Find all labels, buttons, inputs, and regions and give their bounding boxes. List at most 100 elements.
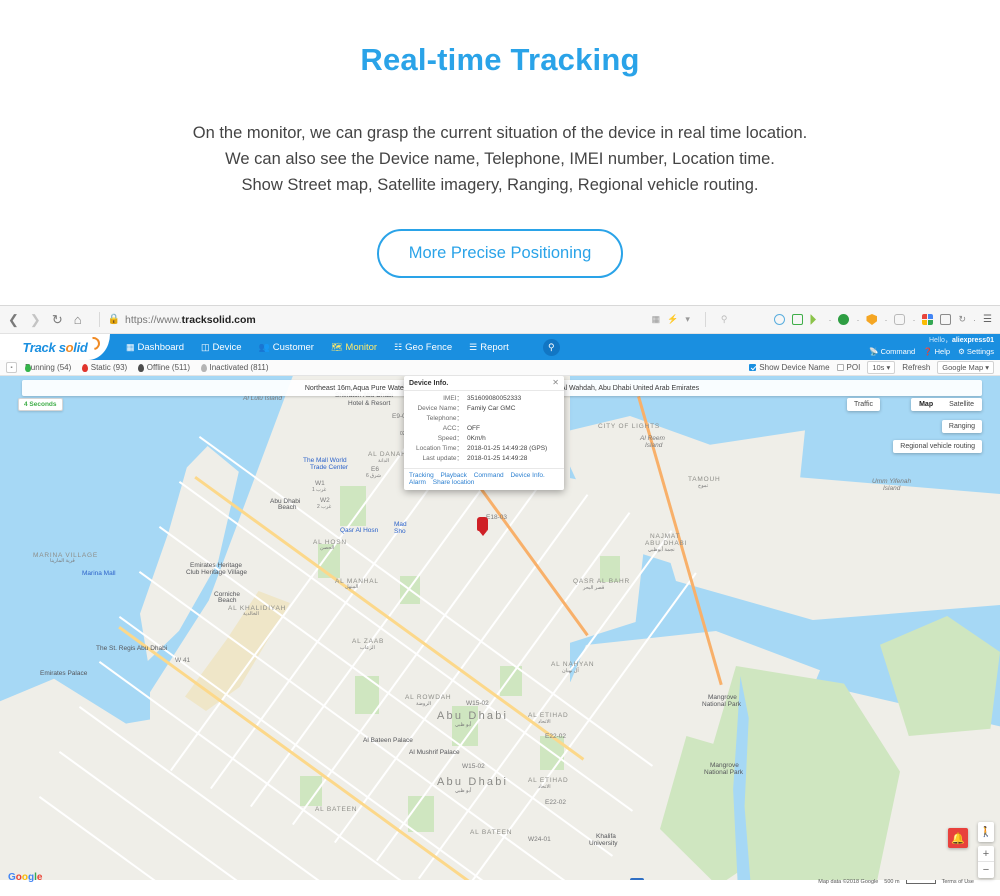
adblock-icon[interactable] (774, 314, 786, 325)
map-provider-select[interactable]: Google Map ▾ (937, 361, 994, 374)
search-icon[interactable]: ⚲ (542, 338, 560, 356)
home-icon[interactable]: ⌂ (74, 313, 82, 326)
poi-label: POI (846, 363, 861, 372)
nav-item-geofence[interactable]: ☷ Geo Fence (394, 342, 452, 353)
history-icon[interactable]: ↻ (958, 314, 966, 325)
checkbox-unchecked-icon (836, 364, 844, 371)
nav-item-report[interactable]: ☰ Report (469, 342, 509, 353)
popup-action-command[interactable]: Command (474, 472, 504, 479)
device-icon: ◫ (201, 341, 210, 352)
browser-nav-buttons: ❮ ❯ ↻ ⌂ (8, 313, 82, 326)
nav-label-report: Report (480, 341, 509, 353)
value-last-update: 2018-01-25 14:49:28 (467, 454, 528, 462)
promo-line-2: We can also see the Device name, Telepho… (225, 150, 775, 168)
popup-action-tracking[interactable]: Tracking (409, 472, 434, 479)
map-type-satellite[interactable]: Satellite (941, 398, 982, 411)
running-pin-icon (25, 363, 31, 372)
device-info-row-last-update: Last update： 2018-01-25 14:49:28 (409, 455, 559, 462)
browser-menu-icon[interactable]: ☰ (983, 314, 992, 325)
ranging-button[interactable]: Ranging (941, 420, 982, 433)
zoom-controls[interactable]: + − (978, 846, 994, 878)
address-bar[interactable]: 🔒 https://www.tracksolid.com (108, 314, 652, 326)
device-info-popup-actions: Tracking Playback Command Device Info. A… (404, 467, 564, 490)
shield-icon[interactable] (866, 314, 878, 325)
google-logo: Google (8, 872, 43, 883)
header-command-link[interactable]: 📡 Command (869, 347, 915, 356)
search-icon[interactable]: ⚲ (721, 314, 728, 325)
tracksolid-logo[interactable]: Track solid (0, 334, 110, 360)
alarm-bell-icon[interactable]: 🔔 (948, 828, 968, 848)
app-header: Track solid ▦ Dashboard ◫ Device 👥 Custo… (0, 334, 1000, 360)
scissors-icon[interactable] (810, 314, 822, 325)
map-data-attribution: Map data ©2018 Google (818, 879, 879, 885)
vehicle-marker-tip (478, 531, 487, 536)
promo-line-3: Show Street map, Satellite imagery, Rang… (241, 176, 759, 194)
terms-of-use-link[interactable]: Terms of Use (942, 879, 974, 885)
header-user-area: Hello，aliexpress01 📡 Command ❓ Help ⚙ Se… (869, 335, 994, 356)
status-inactivated-label: Inactivated (811) (209, 363, 269, 372)
nav-item-customer[interactable]: 👥 Customer (259, 342, 314, 353)
flash-icon[interactable]: ⚡ (667, 314, 678, 325)
seconds-badge: 4 Seconds (18, 398, 63, 411)
collapse-panel-icon[interactable]: ▪ (6, 362, 17, 373)
status-inactivated[interactable]: Inactivated (811) (201, 363, 269, 372)
more-precise-positioning-button[interactable]: More Precise Positioning (376, 229, 624, 278)
dashboard-icon: ▦ (126, 341, 135, 352)
secure-lock-icon: 🔒 (107, 314, 121, 325)
chevron-down-icon[interactable]: ▾ (685, 314, 690, 325)
promo-description: On the monitor, we can grasp the current… (0, 120, 1000, 198)
colorful-grid-icon[interactable] (922, 314, 934, 325)
close-icon[interactable]: ✕ (552, 379, 559, 387)
nav-label-monitor: Monitor (345, 341, 378, 353)
apps-grid-icon[interactable]: ▦ (652, 314, 661, 325)
status-running[interactable]: Running (54) (25, 363, 71, 372)
map-type-switcher[interactable]: Map Satellite (911, 398, 982, 411)
header-settings-link[interactable]: ⚙ Settings (958, 347, 994, 356)
back-chevron-icon[interactable]: ❮ (8, 313, 19, 326)
vehicle-marker[interactable] (477, 517, 488, 536)
value-imei: 351609080052333 (467, 395, 522, 402)
map-attribution: Map data ©2018 Google 500 m Terms of Use (818, 879, 974, 885)
header-help-link[interactable]: ❓ Help (923, 347, 950, 356)
map-type-map[interactable]: Map (911, 398, 941, 411)
show-device-name-checkbox[interactable]: Show Device Name (749, 363, 830, 372)
forward-chevron-icon[interactable]: ❯ (30, 313, 41, 326)
map-container[interactable]: E10 E11 E12 Al Lulu IslandSheraton Abu D… (0, 376, 1000, 886)
promo-line-1: On the monitor, we can grasp the current… (192, 124, 808, 142)
device-info-popup[interactable]: Device Info. ✕ IMEI： 351609080052333 Dev… (404, 376, 564, 490)
value-location-time: 2018-01-25 14:49:28 (GPS) (467, 444, 548, 452)
extension-square-icon[interactable] (792, 314, 804, 325)
popup-action-playback[interactable]: Playback (441, 472, 467, 479)
value-device-name: Family Car GMC (467, 404, 516, 412)
green-circle-icon[interactable] (838, 314, 850, 325)
label-imei: IMEI： (443, 395, 463, 402)
reload-icon[interactable]: ↻ (52, 313, 63, 326)
street-view-pegman-icon[interactable]: 🚶 (978, 822, 994, 842)
status-offline-label: Offline (511) (146, 363, 190, 372)
device-info-row-acc: ACC： OFF (409, 425, 559, 432)
status-static[interactable]: Static (93) (82, 363, 127, 372)
nav-label-dashboard: Dashboard (137, 341, 184, 353)
traffic-button[interactable]: Traffic (846, 398, 880, 411)
nav-item-device[interactable]: ◫ Device (201, 342, 242, 353)
regional-vehicle-routing-button[interactable]: Regional vehicle routing (893, 440, 982, 453)
refresh-button[interactable]: Refresh (902, 363, 930, 372)
nav-item-dashboard[interactable]: ▦ Dashboard (126, 342, 184, 353)
gamepad-icon[interactable] (894, 314, 906, 325)
zoom-out-button[interactable]: − (978, 862, 994, 878)
popup-action-device-info[interactable]: Device Info. (510, 472, 544, 479)
status-offline[interactable]: Offline (511) (138, 363, 190, 372)
map-scale-label: 500 m (884, 879, 900, 885)
promo-section: Real-time Tracking On the monitor, we ca… (0, 0, 1000, 305)
status-static-label: Static (93) (90, 363, 128, 372)
nav-item-monitor[interactable]: 🗺 Monitor (331, 342, 377, 353)
popup-action-alarm[interactable]: Alarm (409, 479, 426, 486)
offline-pin-icon (138, 363, 145, 372)
poi-checkbox[interactable]: POI (836, 363, 861, 372)
mobile-icon[interactable] (940, 314, 952, 325)
zoom-in-button[interactable]: + (978, 846, 994, 862)
geofence-icon: ☷ (394, 341, 403, 352)
show-device-name-label: Show Device Name (759, 363, 830, 372)
refresh-interval-select[interactable]: 10s ▾ (867, 361, 896, 374)
popup-action-share-location[interactable]: Share location (433, 479, 475, 486)
